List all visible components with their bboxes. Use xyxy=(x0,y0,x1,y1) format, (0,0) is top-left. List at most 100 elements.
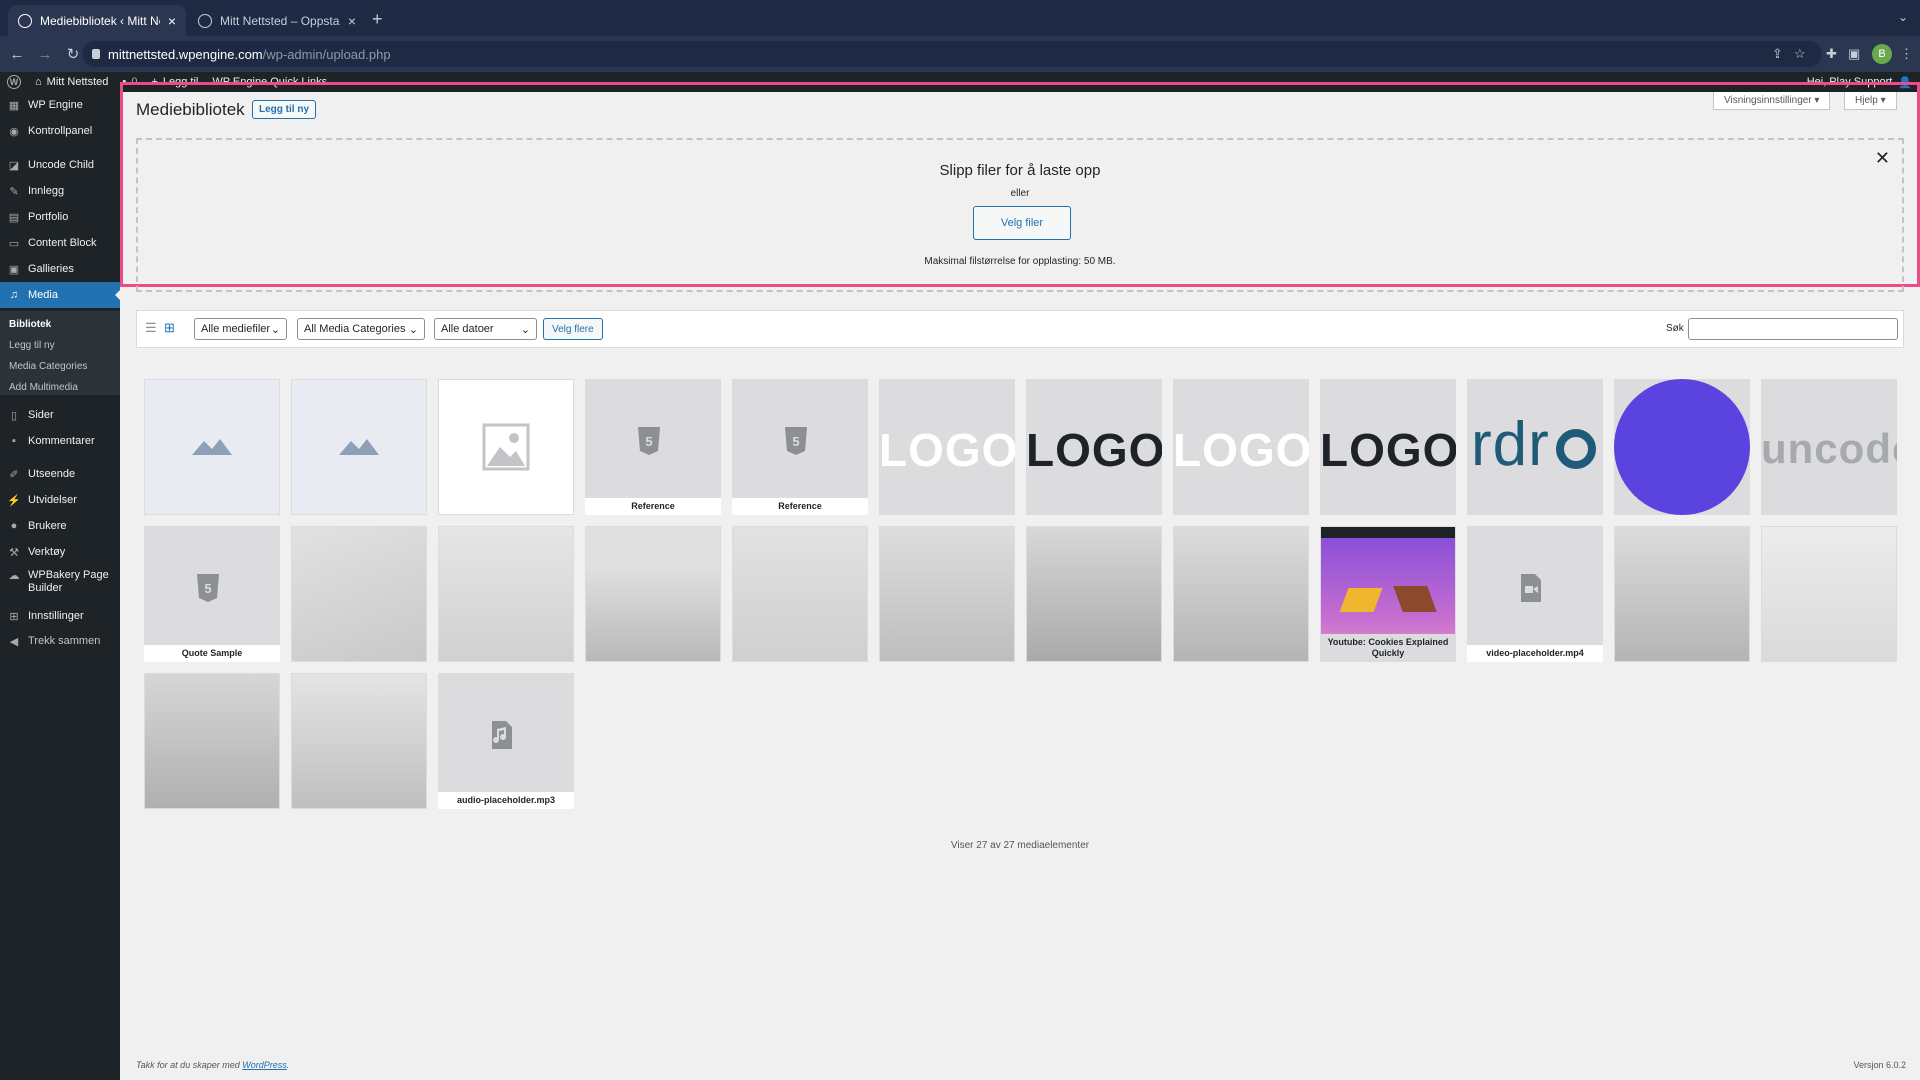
sidebar-item-users[interactable]: ● Brukere xyxy=(0,513,120,539)
media-category-filter[interactable]: All Media Categories ⌄ xyxy=(297,318,425,340)
media-tile[interactable] xyxy=(438,379,574,515)
uncode-icon: ◪ xyxy=(8,159,20,172)
submenu-item-add-new[interactable]: Legg til ny xyxy=(9,340,55,351)
share-icon[interactable]: ⇪ xyxy=(1772,46,1783,62)
sidebar-item-galleries[interactable]: ▣ Gallieries xyxy=(0,256,120,282)
submenu-item-add-multimedia[interactable]: Add Multimedia xyxy=(9,382,78,393)
sidebar-item-media[interactable]: ♫ Media xyxy=(0,282,120,308)
user-icon: ● xyxy=(10,520,18,532)
profile-avatar[interactable]: B xyxy=(1872,44,1892,64)
media-tile[interactable]: uncode xyxy=(1761,379,1897,515)
back-arrow-icon[interactable]: ← xyxy=(6,46,28,63)
media-tile-lake-photo[interactable] xyxy=(1173,526,1309,662)
media-tile[interactable]: 5 Reference xyxy=(732,379,868,515)
star-icon[interactable]: ☆ xyxy=(1794,46,1806,62)
browser-tab-site[interactable]: Mitt Nettsted – Oppstartsinstallasjon × xyxy=(188,5,366,36)
media-tile-forest-photo[interactable] xyxy=(585,526,721,662)
select-files-button[interactable]: Velg filer xyxy=(973,206,1071,240)
close-icon[interactable]: ✕ xyxy=(1875,148,1890,169)
media-tile-model-photo[interactable] xyxy=(144,673,280,809)
wordpress-link[interactable]: WordPress xyxy=(242,1060,287,1070)
upload-dropzone[interactable]: Slipp filer for å laste opp eller Velg f… xyxy=(136,138,1904,292)
sidebar-item-label: Gallieries xyxy=(28,263,74,275)
site-name-menu[interactable]: ⌂ Mitt Nettsted xyxy=(28,72,115,92)
logo-image-text: LOGO xyxy=(1173,424,1309,476)
sidebar-item-tools[interactable]: ⚒ Verktøy xyxy=(0,539,120,565)
wp-logo-menu[interactable]: W xyxy=(0,72,28,92)
media-toolbar: ☰ ⊞ Alle mediefiler ⌄ All Media Categorie… xyxy=(136,310,1904,348)
media-tile-desert-photo[interactable] xyxy=(732,526,868,662)
date-filter[interactable]: Alle datoer ⌄ xyxy=(434,318,537,340)
media-tile[interactable]: audio-placeholder.mp3 xyxy=(438,673,574,809)
media-tile-people-photo[interactable] xyxy=(1026,526,1162,662)
audio-file-icon xyxy=(492,721,512,749)
media-tile[interactable]: 5 Quote Sample xyxy=(144,526,280,662)
media-tile[interactable]: video-placeholder.mp4 xyxy=(1467,526,1603,662)
sidebar-item-label: Innstillinger xyxy=(28,610,84,622)
media-tile-woman-photo[interactable] xyxy=(1761,526,1897,662)
grid-view-icon[interactable]: ⊞ xyxy=(164,321,178,335)
bulk-select-button[interactable]: Velg flere xyxy=(543,318,603,340)
media-tile-road-photo[interactable] xyxy=(291,673,427,809)
sidebar-item-pages[interactable]: ▯ Sider xyxy=(0,402,120,428)
sidebar-item-posts[interactable]: ✎ Innlegg xyxy=(0,178,120,204)
lock-icon xyxy=(92,49,100,59)
sidebar-item-wpbakery[interactable]: ☁ WPBakery Page Builder xyxy=(0,565,120,599)
browser-toolbar: ← → ↻ mittnettsted.wpengine.com/wp-admin… xyxy=(0,36,1920,72)
search-input[interactable] xyxy=(1688,318,1898,340)
new-tab-button[interactable]: + xyxy=(372,9,383,30)
sidebar-item-uncode-child[interactable]: ◪ Uncode Child xyxy=(0,152,120,178)
media-tile-portrait-photo[interactable] xyxy=(438,526,574,662)
sidebar-item-label: Brukere xyxy=(28,520,67,532)
forward-arrow-icon[interactable]: → xyxy=(34,46,56,63)
media-tile-man-photo[interactable] xyxy=(879,526,1015,662)
tab-label: Mediebibliotek ‹ Mitt Nettsted xyxy=(40,13,160,28)
media-tile[interactable] xyxy=(1614,379,1750,515)
media-tile-surfer-photo[interactable] xyxy=(291,526,427,662)
sidebar-item-content-block[interactable]: ▭ Content Block xyxy=(0,230,120,256)
media-tile-lake-photo[interactable] xyxy=(1614,526,1750,662)
sidebar-item-dashboard[interactable]: ◉ Kontrollpanel xyxy=(0,118,120,144)
svg-text:5: 5 xyxy=(204,581,211,596)
media-tile[interactable] xyxy=(291,379,427,515)
media-tile-youtube-thumbnail[interactable]: Youtube: Cookies Explained Quickly xyxy=(1320,526,1456,662)
menu-dots-icon[interactable]: ⋮ xyxy=(1900,46,1913,62)
rdr-logo-text: rdr xyxy=(1471,409,1603,480)
sidebar-item-label: WP Engine xyxy=(28,99,83,111)
sidebar-item-wp-engine[interactable]: ▦ WP Engine xyxy=(0,92,120,118)
media-tile[interactable]: LOGO xyxy=(1173,379,1309,515)
media-count: Viser 27 av 27 mediaelementer xyxy=(950,840,1090,851)
pin-icon: ✎ xyxy=(9,185,19,198)
dropzone-or: eller xyxy=(1010,188,1030,199)
browser-tab-media-library[interactable]: Mediebibliotek ‹ Mitt Nettsted × xyxy=(8,5,186,36)
sidepanel-icon[interactable]: ▣ xyxy=(1848,46,1860,62)
sidebar-item-comments[interactable]: ▪ Kommentarer xyxy=(0,428,120,454)
media-tile[interactable]: 5 Reference xyxy=(585,379,721,515)
close-icon[interactable]: × xyxy=(168,13,176,29)
image-placeholder-icon xyxy=(192,439,232,455)
sidebar-item-settings[interactable]: ⊞ Innstillinger xyxy=(0,603,120,629)
reload-icon[interactable]: ↻ xyxy=(62,45,84,63)
media-tile[interactable]: rdr xyxy=(1467,379,1603,515)
media-type-filter[interactable]: Alle mediefiler ⌄ xyxy=(194,318,287,340)
sidebar-item-portfolio[interactable]: ▤ Portfolio xyxy=(0,204,120,230)
list-view-icon[interactable]: ☰ xyxy=(145,321,159,335)
sidebar-item-appearance[interactable]: ✐ Utseende xyxy=(0,461,120,487)
close-icon[interactable]: × xyxy=(348,13,356,29)
address-bar[interactable]: mittnettsted.wpengine.com/wp-admin/uploa… xyxy=(82,41,1822,67)
extensions-icon[interactable]: ✚ xyxy=(1826,46,1837,62)
submenu-item-library[interactable]: Bibliotek xyxy=(9,319,51,330)
media-tile[interactable]: LOGO xyxy=(1320,379,1456,515)
chevron-down-icon[interactable]: ⌄ xyxy=(1898,10,1908,24)
portfolio-icon: ▤ xyxy=(8,211,20,224)
media-tile[interactable] xyxy=(144,379,280,515)
media-tile[interactable]: LOGO xyxy=(1026,379,1162,515)
media-tile[interactable]: LOGO xyxy=(879,379,1015,515)
submenu-item-media-categories[interactable]: Media Categories xyxy=(9,361,87,372)
sidebar-item-label: WPBakery Page xyxy=(28,569,109,581)
purple-circle-image xyxy=(1614,379,1750,515)
wpbakery-icon: ☁ xyxy=(8,569,20,582)
sidebar-item-plugins[interactable]: ⚡ Utvidelser xyxy=(0,487,120,513)
wordpress-icon: W xyxy=(7,75,21,89)
sidebar-collapse-button[interactable]: ◀ Trekk sammen xyxy=(0,628,120,654)
